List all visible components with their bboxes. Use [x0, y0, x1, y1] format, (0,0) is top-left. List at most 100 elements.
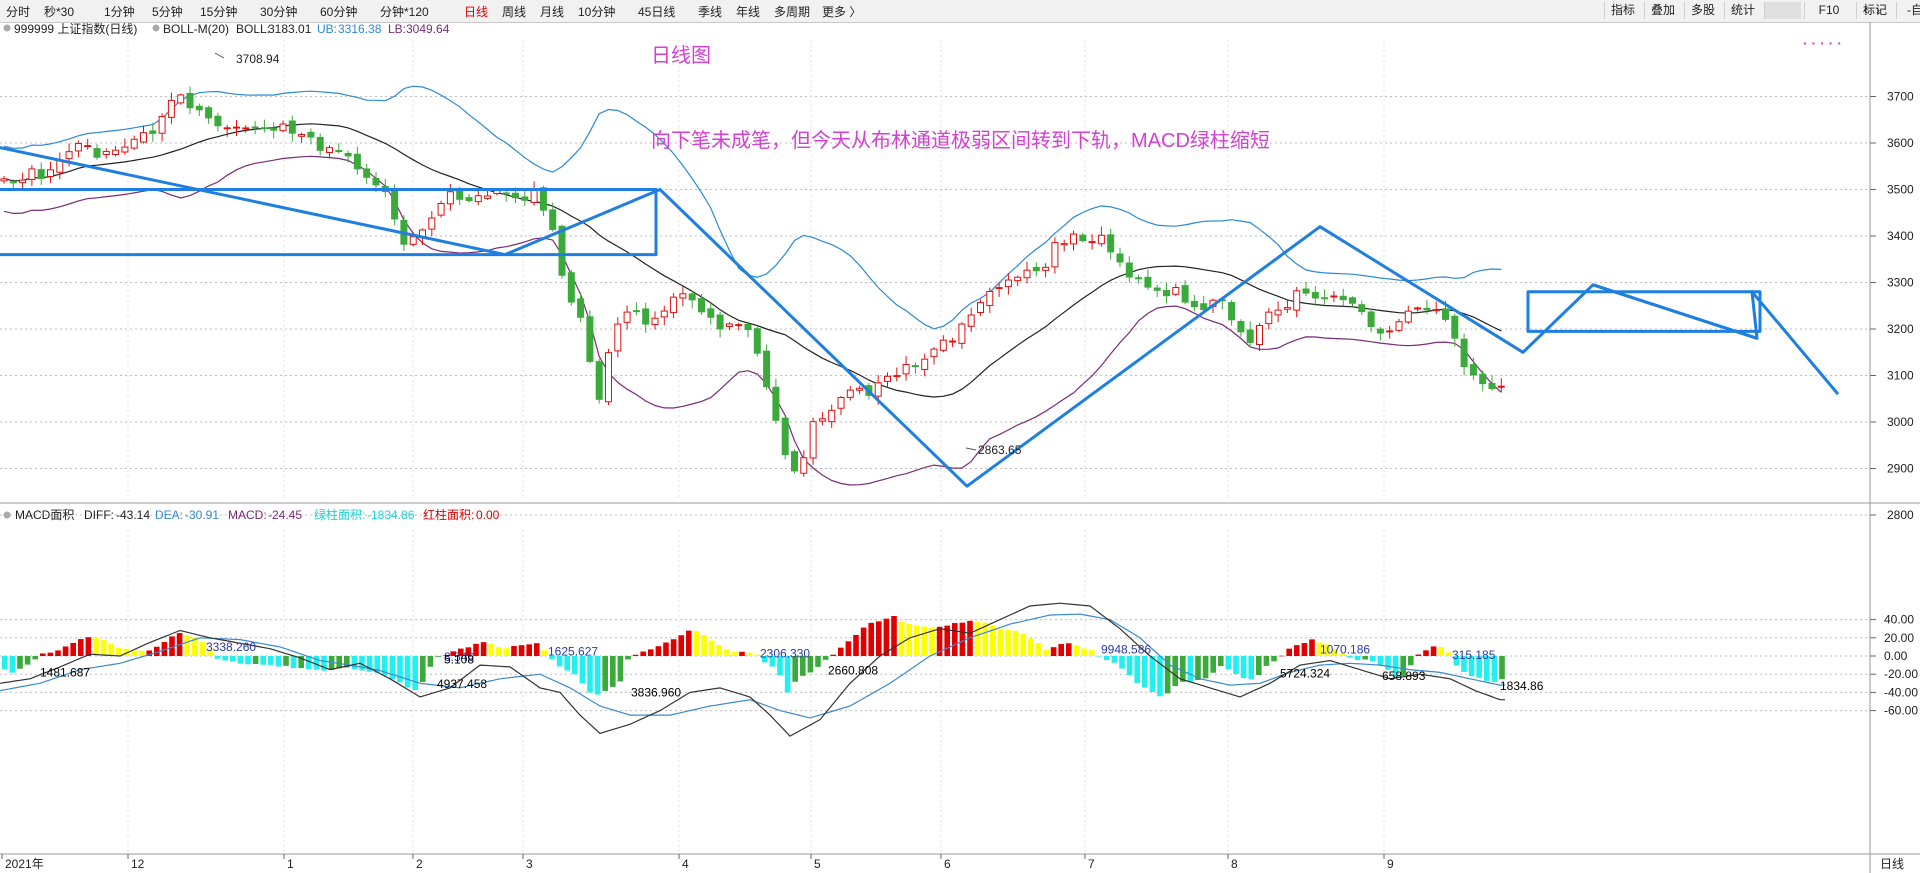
macd-bar — [1446, 652, 1452, 656]
macd-bar — [959, 622, 966, 656]
candle-body — [37, 169, 45, 179]
boll-indicator-name: BOLL-M(20) — [163, 22, 229, 36]
candle-body — [744, 323, 752, 331]
lb-label: LB: — [388, 22, 406, 36]
note-annotation: 向下笔未成笔，但今天从布林通道极弱区间转到下轨，MACD绿柱缩短 — [651, 129, 1270, 152]
candle-body — [521, 196, 529, 201]
candle-body — [1414, 307, 1422, 310]
macd-tick-label: 0.00 — [1884, 649, 1908, 663]
candle-body — [47, 169, 54, 177]
candle-body — [1060, 243, 1068, 246]
red-area-value: 0.00 — [476, 508, 500, 522]
macd-bar — [1430, 646, 1437, 656]
macd-bar — [845, 641, 852, 656]
macd-bar — [199, 642, 206, 656]
candle-body — [930, 348, 938, 358]
macd-bar — [503, 648, 510, 656]
macd-bar — [397, 656, 403, 683]
macd-area-label: 1625.627 — [548, 644, 598, 658]
candle-body — [1163, 289, 1170, 297]
candle-body — [605, 352, 612, 403]
candle-body — [1311, 291, 1319, 299]
candle-body — [1190, 300, 1198, 308]
macd-bar — [1385, 656, 1391, 670]
candle-body — [28, 168, 36, 180]
price-tick-label: 3500 — [1887, 183, 1914, 197]
candle-body — [19, 179, 27, 184]
candle-body — [437, 203, 445, 216]
candle-body — [893, 375, 901, 378]
macd-bar — [617, 656, 624, 682]
date-tick-label: 12 — [131, 857, 145, 871]
macd-indicator-name: MACD面积 — [15, 508, 74, 522]
macd-bar — [898, 621, 905, 656]
chan-strokes — [0, 146, 1840, 488]
boll-value: 3183.01 — [268, 22, 312, 36]
candle-body — [679, 293, 687, 299]
macd-bar — [815, 656, 821, 667]
macd-bar — [1172, 656, 1178, 687]
macd-bar — [1309, 639, 1315, 656]
candle-body — [1125, 262, 1133, 278]
macd-bar — [731, 652, 738, 656]
candle-body — [363, 168, 371, 178]
macd-bar — [830, 654, 836, 656]
dot-icon — [3, 511, 11, 519]
macd-bar — [245, 656, 251, 665]
candle-body — [1004, 279, 1012, 288]
candle-body — [158, 115, 166, 134]
candle-body — [335, 149, 343, 152]
macd-bar — [838, 647, 844, 656]
macd-bar — [480, 642, 487, 656]
pivot-box — [1526, 290, 1762, 333]
date-tick-label: 5 — [814, 857, 821, 871]
macd-bar — [663, 642, 669, 656]
macd-bar — [214, 656, 221, 659]
macd-bar — [822, 656, 829, 660]
macd-bar — [1050, 647, 1057, 656]
candle-body — [502, 192, 510, 195]
candle-body — [288, 120, 296, 134]
candle-body — [242, 127, 250, 130]
macd-area-label: 1481.687 — [40, 665, 90, 679]
macd-bar — [746, 652, 753, 656]
macd-bar — [1438, 646, 1444, 656]
macd-bar — [1370, 656, 1376, 662]
candle-body — [707, 308, 715, 318]
macd-bar — [1210, 656, 1216, 673]
macd-bar — [693, 630, 700, 656]
macd-bar — [351, 656, 358, 670]
macd-bar — [496, 647, 502, 656]
date-tick-label: 9 — [1387, 857, 1394, 871]
candle-body — [93, 148, 101, 158]
price-tick-label: 3300 — [1887, 276, 1914, 290]
candle-body — [949, 340, 957, 343]
candle-body — [1256, 325, 1263, 346]
candle-body — [986, 290, 994, 306]
date-tick-label: 3 — [526, 857, 533, 871]
candle-body — [1404, 310, 1412, 323]
high-marker-line — [214, 52, 225, 59]
candle-body — [484, 195, 492, 199]
macd-bar — [1187, 656, 1194, 683]
macd-bar — [1088, 650, 1095, 656]
candle-body — [772, 386, 780, 421]
candle-body — [558, 225, 566, 276]
macd-bar — [876, 621, 882, 656]
candle-body — [1349, 297, 1356, 304]
candle-body — [456, 190, 464, 200]
candle-body — [837, 397, 845, 409]
price-tick-label: 3000 — [1887, 415, 1914, 429]
candle-body — [1144, 276, 1152, 288]
macd-bar — [952, 623, 958, 656]
kline-chart[interactable]: 999999 上证指数(日线) BOLL-M(20) BOLL: 3183.01… — [0, 0, 1920, 873]
candle-body — [121, 146, 129, 153]
macd-bar — [724, 649, 730, 656]
macd-bar — [686, 630, 692, 656]
macd-bar — [473, 643, 479, 656]
date-tick-label: 6 — [944, 857, 951, 871]
low-marker: 2863.65 — [978, 443, 1022, 457]
candle-body — [316, 136, 324, 151]
candle-body — [809, 421, 817, 459]
diff-value: -43.14 — [116, 508, 150, 522]
